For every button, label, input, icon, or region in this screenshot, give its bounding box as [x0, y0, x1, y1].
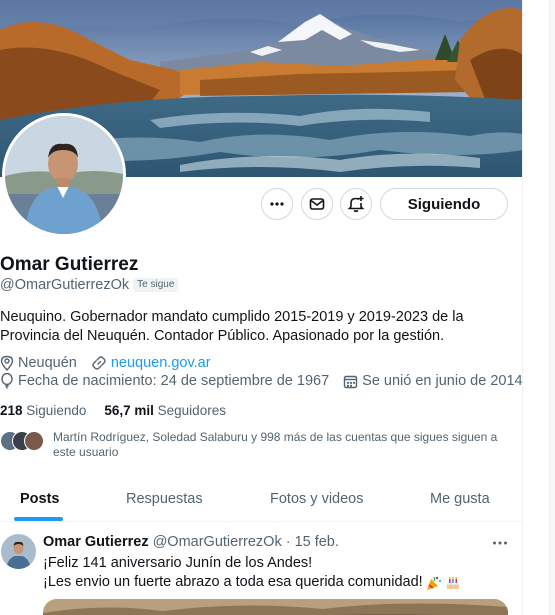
following-label: Siguiendo: [26, 403, 87, 418]
website-link[interactable]: neuquen.gov.ar: [111, 355, 211, 371]
post-author-name[interactable]: Omar Gutierrez: [43, 534, 149, 550]
profile-tabs: Posts Respuestas Fotos y videos Me gusta: [0, 475, 522, 522]
notifications-button[interactable]: [340, 188, 372, 220]
birthday-text: Fecha de nacimiento: 24 de septiembre de…: [18, 373, 330, 389]
post-line-2: ¡Les envio un fuerte abrazo a toda esa q…: [43, 573, 513, 592]
tab-posts[interactable]: Posts: [20, 475, 60, 522]
followers-count: 56,7 mil: [104, 403, 154, 418]
profile-meta-row-1: Neuquén neuquen.gov.ar: [0, 355, 225, 371]
followed-by-text: Martín Rodríguez, Soledad Salaburu y 998…: [53, 430, 498, 459]
tab-replies[interactable]: Respuestas: [126, 475, 203, 522]
post-author-handle[interactable]: @OmarGutierrezOk: [153, 534, 282, 550]
location-item: Neuquén: [0, 355, 77, 371]
follows-you-badge: Te sigue: [133, 278, 179, 292]
bell-plus-icon: [347, 196, 365, 213]
followers-label: Seguidores: [157, 403, 226, 418]
right-sidebar-border: [549, 0, 555, 615]
link-icon: [92, 356, 106, 370]
followers-count-link[interactable]: 56,7 mil Seguidores: [104, 403, 226, 418]
following-count-link[interactable]: 218 Siguiendo: [0, 403, 86, 418]
followed-by-avatars: [0, 430, 46, 452]
post[interactable]: Omar Gutierrez @OmarGutierrezOk · 15 feb…: [0, 522, 522, 615]
post-author-avatar[interactable]: [1, 534, 36, 569]
follow-counts: 218 Siguiendo 56,7 mil Seguidores: [0, 403, 226, 418]
post-line-1: ¡Feliz 141 aniversario Junín de los Ande…: [43, 555, 313, 571]
profile-bio: Neuquino. Gobernador mandato cumplido 20…: [0, 309, 464, 344]
location-text: Neuquén: [18, 355, 77, 371]
post-separator: ·: [285, 534, 291, 550]
birthday-cake-emoji-icon: [446, 576, 459, 589]
calendar-icon: [343, 375, 358, 388]
location-pin-icon: [0, 355, 14, 371]
tab-likes[interactable]: Me gusta: [430, 475, 490, 522]
post-media-image[interactable]: [43, 599, 508, 615]
website-item: neuquen.gov.ar: [91, 355, 211, 371]
balloon-icon: [1, 373, 13, 389]
post-line-2-text: ¡Les envio un fuerte abrazo a toda esa q…: [43, 574, 423, 590]
more-options-button[interactable]: [261, 188, 293, 220]
post-timestamp[interactable]: 15 feb.: [295, 534, 339, 550]
right-sidebar-edge: [523, 0, 555, 615]
message-button[interactable]: [301, 188, 333, 220]
handle-row: @OmarGutierrezOk Te sigue: [0, 277, 179, 293]
following-button[interactable]: Siguiendo: [380, 188, 508, 220]
party-popper-emoji-icon: [426, 576, 441, 590]
profile-handle: @OmarGutierrezOk: [0, 277, 130, 293]
profile-meta-row-2: Fecha de nacimiento: 24 de septiembre de…: [0, 373, 522, 389]
birthday-item: Fecha de nacimiento: 24 de septiembre de…: [0, 373, 329, 389]
profile-column: Siguiendo Omar Gutierrez @OmarGutierrezO…: [0, 0, 523, 615]
post-header: Omar Gutierrez @OmarGutierrezOk · 15 feb…: [43, 534, 339, 550]
tab-media[interactable]: Fotos y videos: [270, 475, 364, 522]
followed-by-row[interactable]: Martín Rodríguez, Soledad Salaburu y 998…: [0, 430, 513, 460]
mutual-avatar: [24, 431, 44, 451]
profile-name: Omar Gutierrez: [0, 254, 139, 275]
more-horizontal-icon: [493, 541, 507, 545]
post-text: ¡Feliz 141 aniversario Junín de los Ande…: [43, 554, 513, 592]
post-more-button[interactable]: [489, 534, 511, 552]
mail-icon: [309, 198, 325, 210]
active-tab-indicator: [14, 517, 63, 521]
following-count: 218: [0, 403, 23, 418]
joined-text: Se unió en junio de 2014: [362, 373, 523, 389]
profile-avatar[interactable]: [2, 113, 126, 237]
joined-item: Se unió en junio de 2014: [343, 373, 522, 389]
more-horizontal-icon: [270, 202, 284, 206]
